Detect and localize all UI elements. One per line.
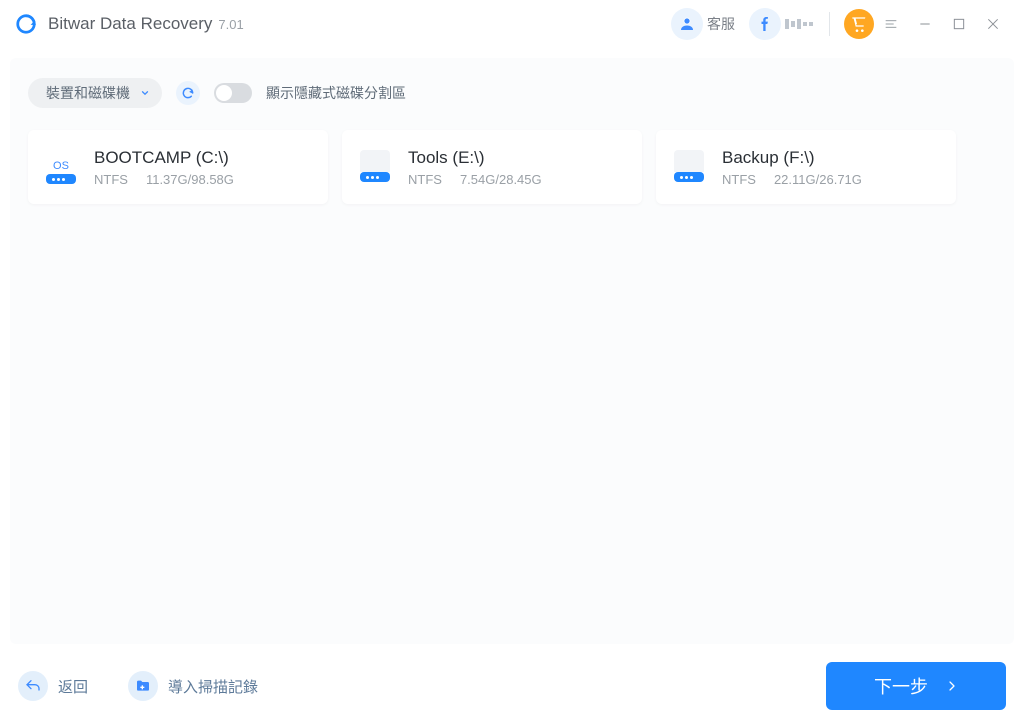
drive-icon bbox=[670, 148, 708, 186]
drive-name: Backup (F:\) bbox=[722, 148, 862, 168]
maximize-button[interactable] bbox=[942, 8, 976, 40]
chevron-down-icon bbox=[140, 85, 150, 101]
divider bbox=[829, 12, 830, 36]
cart-button[interactable] bbox=[844, 9, 874, 39]
refresh-button[interactable] bbox=[176, 81, 200, 105]
drive-fs: NTFS bbox=[408, 172, 442, 187]
toolbar-row: 裝置和磁碟機 顯示隱藏式磁碟分割區 bbox=[28, 78, 996, 108]
app-title: Bitwar Data Recovery bbox=[48, 14, 212, 34]
drive-name: Tools (E:\) bbox=[408, 148, 542, 168]
titlebar: Bitwar Data Recovery 7.01 客服 bbox=[0, 0, 1024, 48]
import-button[interactable]: 導入掃描記錄 bbox=[128, 671, 258, 701]
back-button[interactable]: 返回 bbox=[18, 671, 88, 701]
folder-icon bbox=[128, 671, 158, 701]
next-button[interactable]: 下一步 bbox=[826, 662, 1006, 710]
next-label: 下一步 bbox=[874, 673, 928, 699]
device-dropdown[interactable]: 裝置和磁碟機 bbox=[28, 78, 162, 108]
drive-card-e[interactable]: Tools (E:\) NTFS 7.54G/28.45G bbox=[342, 130, 642, 204]
drive-size: 22.11G/26.71G bbox=[774, 172, 862, 187]
facebook-icon[interactable] bbox=[749, 8, 781, 40]
obscured-text bbox=[785, 17, 813, 31]
minimize-button[interactable] bbox=[908, 8, 942, 40]
dropdown-label: 裝置和磁碟機 bbox=[46, 83, 130, 103]
drive-size: 7.54G/28.45G bbox=[460, 172, 542, 187]
back-label: 返回 bbox=[58, 676, 88, 697]
close-button[interactable] bbox=[976, 8, 1010, 40]
drive-size: 11.37G/98.58G bbox=[146, 172, 234, 187]
drive-fs: NTFS bbox=[94, 172, 128, 187]
drive-icon bbox=[356, 148, 394, 186]
content-area: 裝置和磁碟機 顯示隱藏式磁碟分割區 OS BOOTCAMP (C:\) bbox=[0, 48, 1024, 654]
app-version: 7.01 bbox=[218, 17, 243, 32]
menu-button[interactable] bbox=[874, 8, 908, 40]
drive-cards: OS BOOTCAMP (C:\) NTFS 11.37G/98.58G bbox=[28, 130, 996, 204]
toggle-label: 顯示隱藏式磁碟分割區 bbox=[266, 83, 406, 103]
footer: 返回 導入掃描記錄 下一步 bbox=[0, 651, 1024, 721]
drive-fs: NTFS bbox=[722, 172, 756, 187]
import-label: 導入掃描記錄 bbox=[168, 676, 258, 697]
drive-os-icon: OS bbox=[42, 148, 80, 186]
drive-card-f[interactable]: Backup (F:\) NTFS 22.11G/26.71G bbox=[656, 130, 956, 204]
support-label[interactable]: 客服 bbox=[707, 14, 735, 34]
support-icon[interactable] bbox=[671, 8, 703, 40]
drive-name: BOOTCAMP (C:\) bbox=[94, 148, 234, 168]
main-panel: 裝置和磁碟機 顯示隱藏式磁碟分割區 OS BOOTCAMP (C:\) bbox=[10, 58, 1014, 644]
drive-card-c[interactable]: OS BOOTCAMP (C:\) NTFS 11.37G/98.58G bbox=[28, 130, 328, 204]
back-icon bbox=[18, 671, 48, 701]
hidden-toggle[interactable] bbox=[214, 83, 252, 103]
app-logo bbox=[14, 12, 38, 36]
chevron-right-icon bbox=[946, 676, 958, 697]
